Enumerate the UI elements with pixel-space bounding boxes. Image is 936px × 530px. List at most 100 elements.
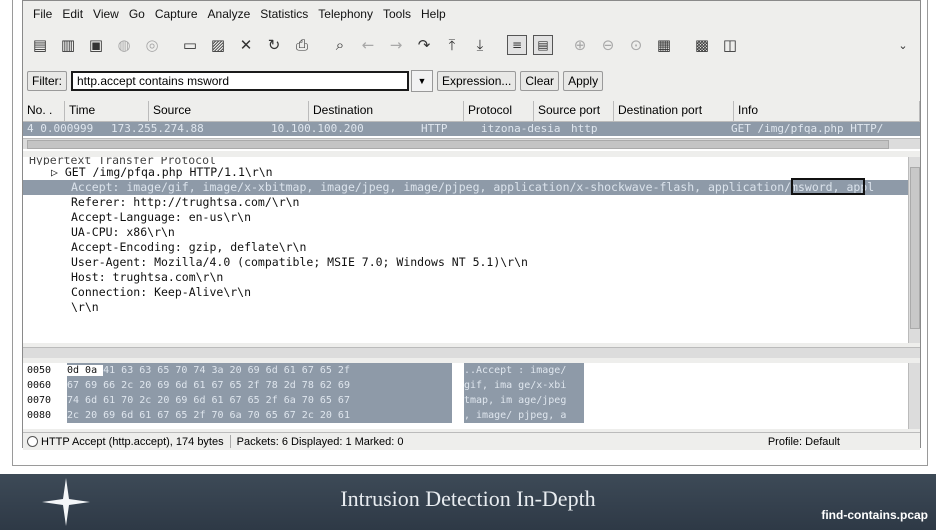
autoscroll-icon[interactable]: ▤: [533, 35, 553, 55]
main-toolbar: ▤ ▥ ▣ ◍ ◎ ▭ ▨ ✕ ↻ ⎙ ⌕ ← → ↷ ⤒ ⤓ ≡ ▤ ⊕ ⊖ …: [23, 28, 920, 62]
bytes-ascii: , image/ pjpeg, a: [464, 408, 584, 423]
expert-info-icon[interactable]: [27, 436, 38, 447]
bytes-row[interactable]: 0060 67 69 66 2c 20 69 6d 61 67 65 2f 78…: [23, 378, 920, 393]
menu-tools[interactable]: Tools: [383, 7, 411, 21]
toolbar-overflow-icon[interactable]: ⌄: [892, 34, 914, 56]
close-file-icon[interactable]: ✕: [235, 34, 257, 56]
reload-icon[interactable]: ↻: [263, 34, 285, 56]
row-info: GET /img/pfqa.php HTTP/: [731, 122, 884, 135]
bytes-ascii: gif, ima ge/x-xbi: [464, 378, 584, 393]
menu-go[interactable]: Go: [129, 7, 145, 21]
col-no[interactable]: No. .: [23, 101, 65, 121]
find-packet-icon[interactable]: ⌕: [329, 34, 351, 56]
capture-filters-icon[interactable]: ▩: [691, 34, 713, 56]
details-scrollbar[interactable]: [908, 157, 920, 343]
restart-capture-icon[interactable]: ◎: [141, 34, 163, 56]
detail-line[interactable]: \r\n: [23, 300, 920, 315]
normal-size-icon[interactable]: ⊙: [625, 34, 647, 56]
packet-list-scrollbar[interactable]: [23, 138, 920, 149]
open-file-icon[interactable]: ▭: [179, 34, 201, 56]
bytes-offset: 0080: [27, 410, 52, 421]
detail-accept-selected[interactable]: Accept: image/gif, image/x-xbitmap, imag…: [23, 178, 920, 195]
clear-button[interactable]: Clear: [520, 71, 560, 91]
bytes-ascii: ..Accept : image/: [464, 363, 584, 378]
detail-line[interactable]: User-Agent: Mozilla/4.0 (compatible; MSI…: [23, 255, 920, 270]
interfaces-icon[interactable]: ▤: [29, 34, 51, 56]
stop-capture-icon[interactable]: ◍: [113, 34, 135, 56]
slide-title: Intrusion Detection In-Depth: [340, 486, 596, 511]
status-bar: HTTP Accept (http.accept), 174 bytes Pac…: [23, 432, 920, 450]
bytes-offset: 0070: [27, 395, 52, 406]
expression-button[interactable]: Expression...: [437, 71, 517, 91]
bytes-hex: 0d 0a 41 63 63 65 70 74 3a 20 69 6d 61 6…: [67, 363, 452, 378]
row-source-port: itzona-desia: [481, 122, 561, 135]
start-capture-icon[interactable]: ▣: [85, 34, 107, 56]
menu-file[interactable]: File: [33, 7, 52, 21]
go-forward-icon[interactable]: →: [385, 34, 407, 56]
row-source: 173.255.274.88: [111, 122, 204, 135]
colorize-icon[interactable]: ≡: [507, 35, 527, 55]
row-no-time: 4 0.000999: [27, 122, 94, 135]
bytes-row[interactable]: 0080 2c 20 69 6d 61 67 65 2f 70 6a 70 65…: [23, 408, 920, 423]
menu-analyze[interactable]: Analyze: [208, 7, 251, 21]
zoom-in-icon[interactable]: ⊕: [569, 34, 591, 56]
status-profile[interactable]: Profile: Default: [768, 436, 840, 448]
packet-bytes: 0050 0d 0a 41 63 63 65 70 74 3a 20 69 6d…: [23, 363, 920, 429]
col-time[interactable]: Time: [65, 101, 149, 121]
bytes-row[interactable]: 0050 0d 0a 41 63 63 65 70 74 3a 20 69 6d…: [23, 363, 920, 378]
row-protocol: HTTP: [421, 122, 448, 135]
go-to-packet-icon[interactable]: ↷: [413, 34, 435, 56]
resize-columns-icon[interactable]: ▦: [653, 34, 675, 56]
detail-line[interactable]: Referer: http://trughtsa.com/\r\n: [23, 195, 920, 210]
detail-line[interactable]: Connection: Keep-Alive\r\n: [23, 285, 920, 300]
col-source[interactable]: Source: [149, 101, 309, 121]
accept-text: Accept: image/gif, image/x-xbitmap, imag…: [71, 180, 875, 194]
detail-line[interactable]: UA-CPU: x86\r\n: [23, 225, 920, 240]
filter-label-button[interactable]: Filter:: [27, 71, 67, 91]
detail-line[interactable]: Accept-Language: en-us\r\n: [23, 210, 920, 225]
bytes-offset: 0050: [27, 365, 52, 376]
menu-bar: File Edit View Go Capture Analyze Statis…: [23, 1, 920, 27]
filter-toolbar: Filter: http.accept contains msword ▼ Ex…: [23, 67, 920, 95]
bytes-row[interactable]: 0070 74 6d 61 70 2c 20 69 6d 61 67 65 2f…: [23, 393, 920, 408]
detail-line[interactable]: Accept-Encoding: gzip, deflate\r\n: [23, 240, 920, 255]
slide-footer: Intrusion Detection In-Depth find-contai…: [0, 474, 936, 530]
table-row[interactable]: 4 0.000999 173.255.274.88 10.100.100.200…: [23, 122, 920, 136]
menu-view[interactable]: View: [93, 7, 119, 21]
display-filters-icon[interactable]: ◫: [719, 34, 741, 56]
bytes-hex: 74 6d 61 70 2c 20 69 6d 61 67 65 2f 6a 7…: [67, 393, 452, 408]
menu-capture[interactable]: Capture: [155, 7, 198, 21]
bytes-ascii: tmap, im age/jpeg: [464, 393, 584, 408]
detail-http-header[interactable]: Hypertext Transfer Protocol: [23, 157, 920, 165]
filter-input[interactable]: http.accept contains msword: [71, 71, 409, 91]
col-destination[interactable]: Destination: [309, 101, 464, 121]
details-hscrollbar[interactable]: [23, 347, 920, 358]
first-packet-icon[interactable]: ⤒: [441, 34, 463, 56]
bytes-hex-selected: 41 63 63 65 70 74 3a 20 69 6d 61 67 65 2…: [103, 365, 350, 376]
bytes-scrollbar[interactable]: [908, 363, 920, 429]
detail-line[interactable]: Host: trughtsa.com\r\n: [23, 270, 920, 285]
go-back-icon[interactable]: ←: [357, 34, 379, 56]
bytes-hex-unselected: 0d 0a: [67, 365, 104, 376]
col-info[interactable]: Info: [734, 101, 920, 121]
menu-help[interactable]: Help: [421, 7, 446, 21]
col-source-port[interactable]: Source port: [534, 101, 614, 121]
zoom-out-icon[interactable]: ⊖: [597, 34, 619, 56]
row-destination-port: http: [571, 122, 598, 135]
apply-button[interactable]: Apply: [563, 71, 604, 91]
packet-list: No. . Time Source Destination Protocol S…: [23, 101, 920, 151]
filter-dropdown-icon[interactable]: ▼: [411, 70, 433, 92]
save-file-icon[interactable]: ▨: [207, 34, 229, 56]
detail-request-line[interactable]: ▷ GET /img/pfqa.php HTTP/1.1\r\n: [23, 165, 920, 180]
last-packet-icon[interactable]: ⤓: [469, 34, 491, 56]
packet-list-header: No. . Time Source Destination Protocol S…: [23, 101, 920, 122]
menu-edit[interactable]: Edit: [62, 7, 83, 21]
pcap-filename: find-contains.pcap: [821, 508, 928, 522]
menu-telephony[interactable]: Telephony: [318, 7, 373, 21]
menu-statistics[interactable]: Statistics: [260, 7, 308, 21]
col-protocol[interactable]: Protocol: [464, 101, 534, 121]
options-icon[interactable]: ▥: [57, 34, 79, 56]
print-icon[interactable]: ⎙: [291, 34, 313, 56]
row-destination: 10.100.100.200: [271, 122, 364, 135]
col-destination-port[interactable]: Destination port: [614, 101, 734, 121]
